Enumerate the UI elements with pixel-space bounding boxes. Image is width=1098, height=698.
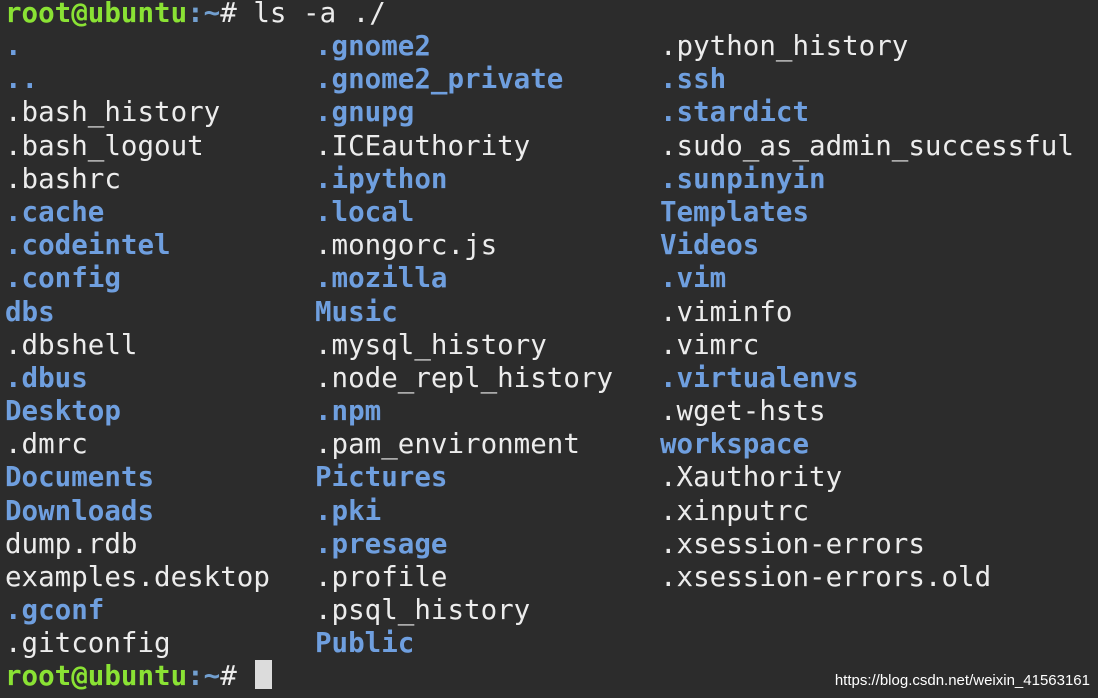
directory-entry: .gconf (5, 594, 105, 627)
prompt-path: :~ (187, 0, 221, 29)
command-line: root@ubuntu:~# ls -a ./ (5, 0, 386, 30)
directory-entry: Documents (5, 461, 155, 494)
empty-cell (660, 627, 1090, 660)
file-entry: .Xauthority (660, 461, 843, 494)
file-entry: dump.rdb (5, 527, 138, 560)
directory-entry: Public (315, 627, 415, 660)
file-entry: .node_repl_history (315, 361, 614, 394)
directory-entry: .gnome2 (315, 30, 431, 62)
directory-entry: .npm (315, 395, 382, 428)
prompt-symbol: # (220, 660, 237, 692)
file-entry: .mysql_history (315, 328, 547, 361)
empty-cell (660, 594, 1090, 627)
prompt-user-host: root@ubuntu (5, 0, 188, 29)
directory-entry: Desktop (5, 395, 121, 428)
file-entry: .gitconfig (5, 627, 171, 660)
file-entry: .bash_history (5, 96, 221, 129)
directory-entry: .mozilla (315, 262, 448, 295)
text-cursor (255, 660, 273, 689)
directory-entry: .dbus (5, 361, 88, 394)
file-entry: .dmrc (5, 428, 88, 461)
directory-entry: Videos (660, 229, 760, 262)
file-entry: .wget-hsts (660, 395, 826, 428)
directory-entry: .sunpinyin (660, 162, 826, 195)
directory-entry: .virtualenvs (660, 361, 859, 394)
directory-entry: .config (5, 262, 121, 295)
file-entry: .vimrc (660, 328, 760, 361)
file-entry: .mongorc.js (315, 229, 498, 262)
directory-entry: .ipython (315, 162, 448, 195)
prompt-symbol: # (220, 0, 237, 29)
directory-entry: Pictures (315, 461, 448, 494)
directory-entry: workspace (660, 428, 810, 461)
file-entry: .psql_history (315, 594, 531, 627)
file-entry: .bash_logout (5, 129, 204, 162)
directory-entry: Downloads (5, 494, 155, 527)
file-entry: .sudo_as_admin_successful (660, 129, 1074, 162)
file-entry: .xsession-errors (660, 527, 925, 560)
directory-entry: Music (315, 295, 398, 328)
file-entry: .viminfo (660, 295, 793, 328)
file-entry: .pam_environment (315, 428, 580, 461)
watermark: https://blog.csdn.net/weixin_41563161 (834, 672, 1090, 689)
directory-entry: .. (5, 63, 39, 96)
prompt-path: :~ (187, 660, 221, 692)
directory-entry: . (5, 30, 22, 62)
file-entry: .bashrc (5, 162, 121, 195)
directory-entry: .cache (5, 195, 105, 228)
prompt-user-host: root@ubuntu (5, 660, 188, 692)
file-entry: .xinputrc (660, 494, 810, 527)
directory-entry: .pki (315, 494, 382, 527)
file-entry: .python_history (660, 30, 909, 62)
directory-entry: .stardict (660, 96, 810, 129)
directory-entry: .gnome2_private (315, 63, 564, 96)
directory-entry: .codeintel (5, 229, 171, 262)
file-entry: .xsession-errors.old (660, 561, 992, 593)
directory-listing: ... .bash_history .bash_logout .bashrc .cach… (5, 30, 1090, 661)
directory-entry: .local (315, 195, 415, 228)
directory-entry: dbs (5, 295, 55, 328)
current-prompt-line[interactable]: root@ubuntu:~# (5, 660, 273, 693)
directory-entry: .ssh (660, 63, 727, 96)
file-entry: .profile (315, 561, 448, 593)
directory-entry: Templates (660, 195, 810, 228)
file-entry: .ICEauthority (315, 129, 531, 162)
file-entry: examples.desktop (5, 561, 270, 593)
terminal-window[interactable]: root@ubuntu:~# ls -a ./ ... .bash_history… (0, 0, 1098, 698)
directory-entry: .gnupg (315, 96, 415, 129)
file-entry: .dbshell (5, 328, 138, 361)
directory-entry: .vim (660, 262, 727, 295)
directory-entry: .presage (315, 527, 448, 560)
command-text: ls -a ./ (236, 0, 386, 29)
